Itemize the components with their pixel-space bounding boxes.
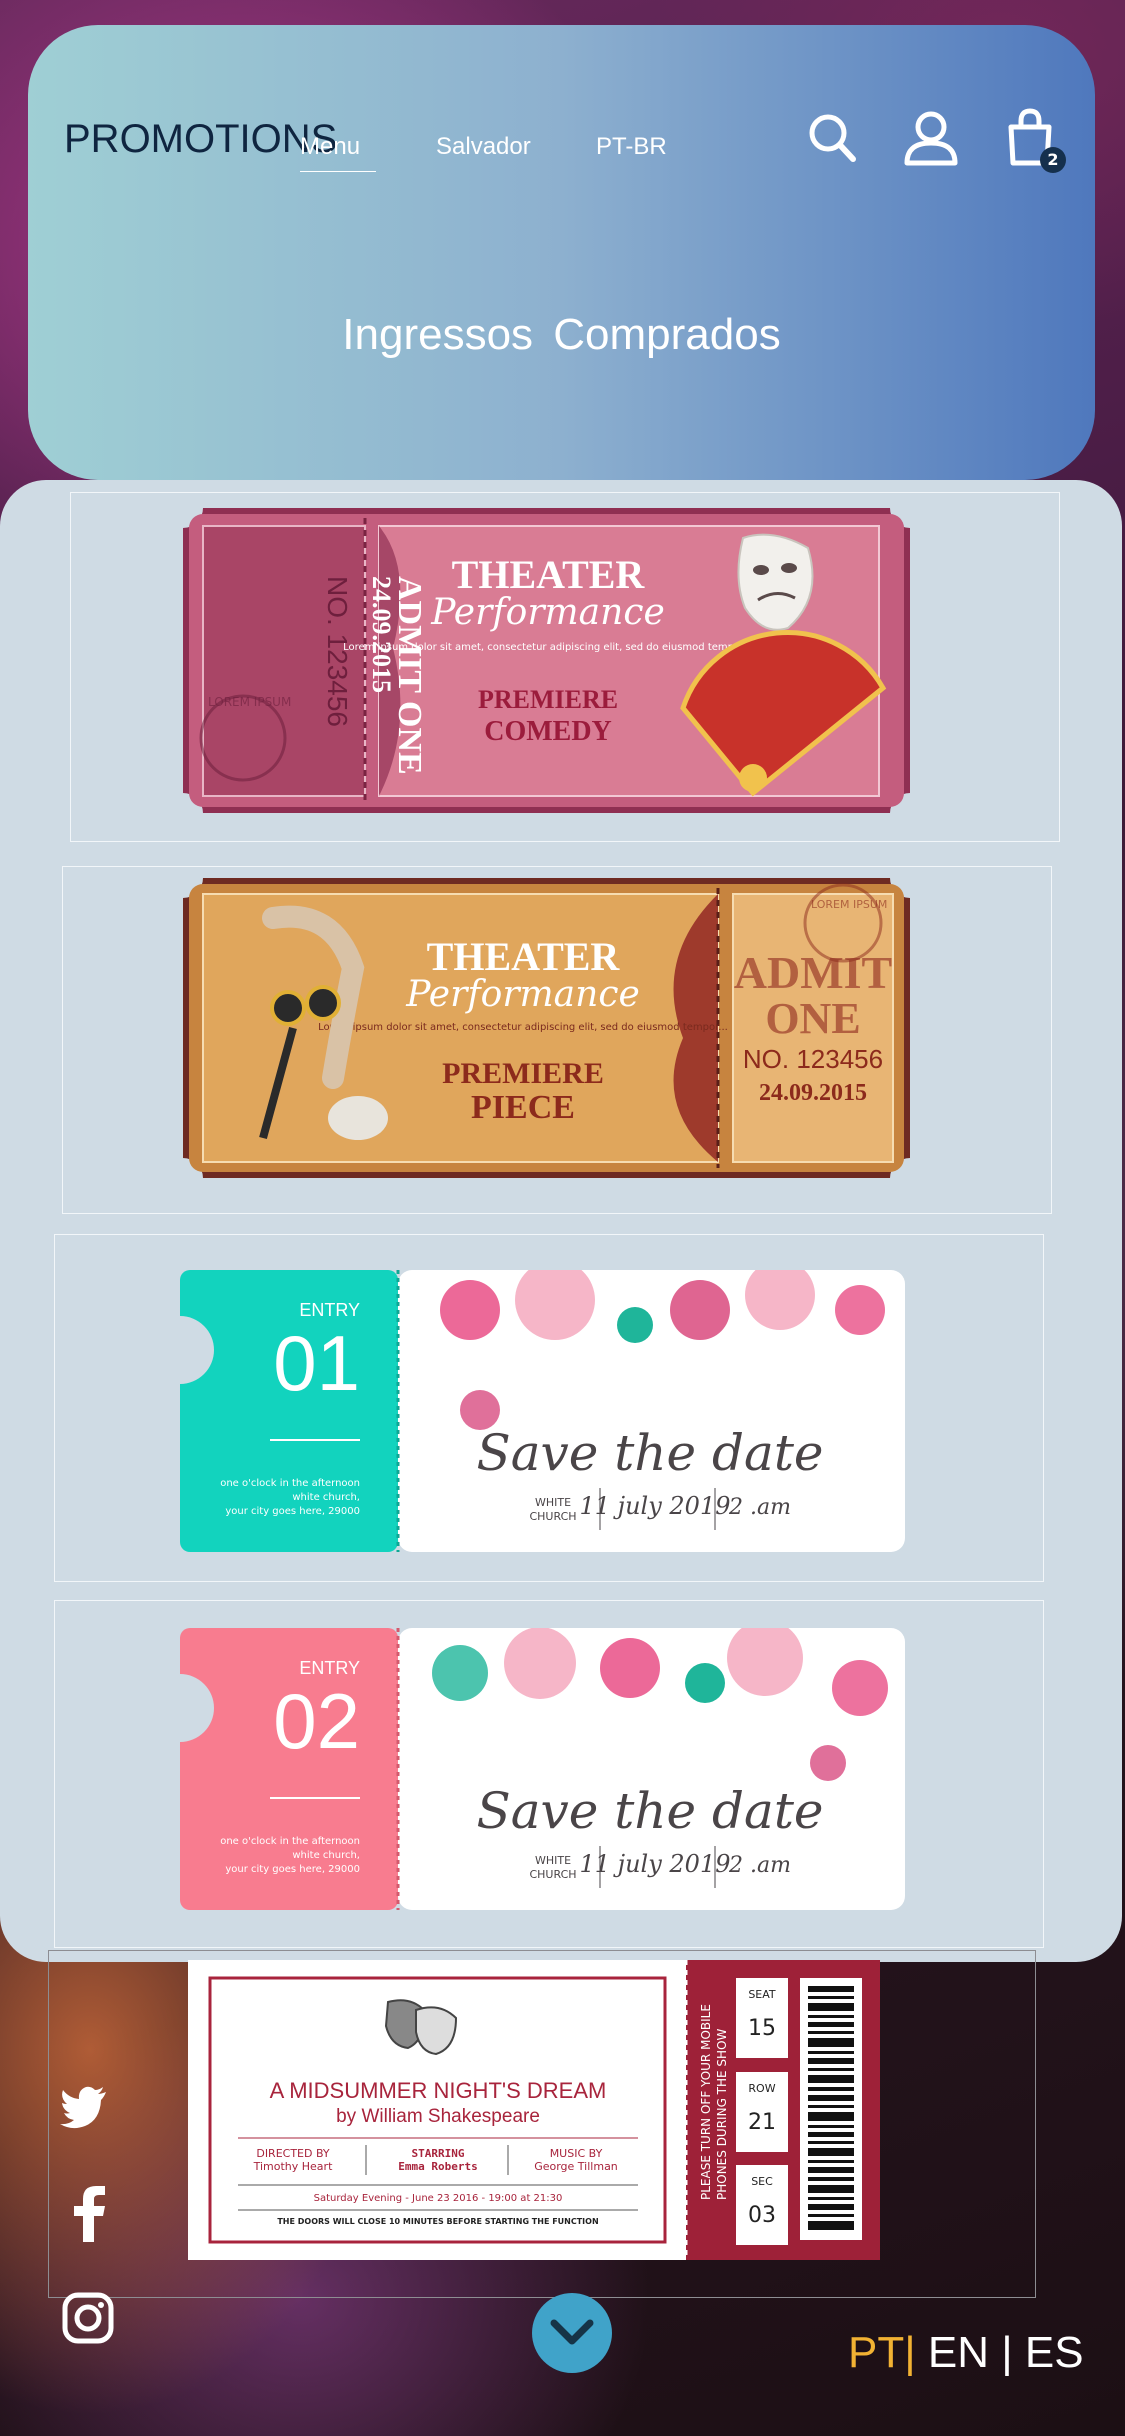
event-time: 2 .am <box>728 1495 791 1520</box>
ticket-premiere-label: PREMIERE <box>442 1057 604 1090</box>
ticket-premiere-label: PREMIERE <box>478 685 618 714</box>
lang-en[interactable]: EN <box>928 2328 989 2377</box>
entry-label: ENTRY <box>299 1300 360 1320</box>
phones-notice-line1: PLEASE TURN OFF YOUR MOBILE <box>699 2004 713 2200</box>
language-switcher: PT| EN | ES <box>848 2328 1084 2377</box>
ticket-stub-date: 24.09.2015 <box>759 1080 867 1106</box>
event-date: 11 july 2019 <box>579 1850 730 1878</box>
scroll-down-button[interactable] <box>532 2293 612 2373</box>
ticket-stub-admit: ADMIT <box>734 947 892 998</box>
ticket-body-text: Lorem ipsum dolor sit amet, consectetur … <box>343 642 753 653</box>
ticket-save-the-date-01[interactable]: ENTRY 01 one o'clock in the afternoon wh… <box>180 1270 905 1552</box>
chevron-down-icon <box>550 2319 594 2345</box>
ticket-stub-date: 24.09.2015 <box>367 576 396 693</box>
instagram-icon[interactable] <box>62 2292 114 2348</box>
ticket-subtitle: Performance <box>430 592 665 633</box>
entry-place: white church, <box>292 1850 360 1861</box>
entry-address: your city goes here, 29000 <box>225 1506 360 1517</box>
ticket-title: THEATER <box>427 934 621 979</box>
ticket-body-text: Lorem ipsum dolor sit amet, consectetur … <box>318 1022 728 1033</box>
show-title: A MIDSUMMER NIGHT'S DREAM <box>270 2078 607 2103</box>
section-label: SEC <box>751 2175 773 2188</box>
ticket-title: THEATER <box>452 552 646 597</box>
entry-time: one o'clock in the afternoon <box>220 1478 360 1489</box>
entry-time: one o'clock in the afternoon <box>220 1836 360 1847</box>
nav-menu[interactable]: Menu <box>300 133 376 172</box>
save-the-date-headline: Save the date <box>476 1782 823 1840</box>
doors-notice: THE DOORS WILL CLOSE 10 MINUTES BEFORE S… <box>277 2217 598 2226</box>
starring-label: STARRING <box>412 2147 465 2160</box>
director-label: DIRECTED BY <box>256 2147 330 2160</box>
entry-number: 01 <box>273 1319 360 1407</box>
nav-city-selector[interactable]: Salvador <box>436 133 531 161</box>
row-value: 21 <box>748 2110 776 2135</box>
save-the-date-headline: Save the date <box>476 1424 823 1482</box>
entry-place: white church, <box>292 1492 360 1503</box>
ticket-theater-comedy[interactable]: ADMIT ONE 24.09.2015 NO. 123456 LOREM IP… <box>183 508 910 813</box>
section-value: 03 <box>748 2203 776 2228</box>
director-name: Timothy Heart <box>253 2160 333 2173</box>
search-icon[interactable] <box>803 105 863 175</box>
venue-line1: WHITE <box>535 1496 571 1509</box>
cart-count-badge: 2 <box>1040 147 1066 173</box>
event-time: 2 .am <box>728 1853 791 1878</box>
ticket-stub-number: NO. 123456 <box>743 1044 883 1074</box>
ticket-save-the-date-02[interactable]: ENTRY 02 one o'clock in the afternoon wh… <box>180 1628 905 1910</box>
entry-number: 02 <box>273 1677 360 1765</box>
starring-name: Emma Roberts <box>398 2160 477 2173</box>
venue-line2: CHURCH <box>529 1868 576 1881</box>
twitter-icon[interactable] <box>60 2086 108 2134</box>
ticket-stub-one: ONE <box>765 994 860 1043</box>
brand-logo[interactable]: PROMOTIONS <box>64 117 337 162</box>
ticket-genre-label: COMEDY <box>484 716 612 747</box>
music-label: MUSIC BY <box>550 2147 603 2160</box>
show-schedule: Saturday Evening - June 23 2016 - 19:00 … <box>314 2193 563 2204</box>
venue-line2: CHURCH <box>529 1510 576 1523</box>
row-label: ROW <box>748 2082 775 2095</box>
ticket-stamp: LOREM IPSUM <box>811 898 887 911</box>
entry-label: ENTRY <box>299 1658 360 1678</box>
lang-es[interactable]: ES <box>1025 2328 1084 2377</box>
show-author: by William Shakespeare <box>336 2106 540 2127</box>
ticket-stamp: LOREM IPSUM <box>208 695 291 709</box>
event-date: 11 july 2019 <box>579 1492 730 1520</box>
ticket-midsummer-nights-dream[interactable]: A MIDSUMMER NIGHT'S DREAM by William Sha… <box>188 1960 880 2260</box>
ticket-genre-label: PIECE <box>471 1089 575 1126</box>
facebook-icon[interactable] <box>72 2186 106 2246</box>
user-icon[interactable] <box>901 105 961 175</box>
barcode-icon <box>800 1978 862 2240</box>
header: PROMOTIONS Menu Salvador PT-BR 2 Ingress… <box>28 25 1095 480</box>
nav-language-selector[interactable]: PT-BR <box>596 133 667 161</box>
seat-value: 15 <box>748 2016 776 2041</box>
shopping-bag-button[interactable]: 2 <box>1003 105 1066 175</box>
ticket-theater-piece[interactable]: THEATER Performance Lorem ipsum dolor si… <box>183 878 910 1178</box>
page-title: Ingressos Comprados <box>342 310 781 359</box>
seat-label: SEAT <box>748 1988 776 2001</box>
phones-notice-line2: PHONES DURING THE SHOW <box>715 2028 729 2200</box>
venue-line1: WHITE <box>535 1854 571 1867</box>
ticket-subtitle: Performance <box>405 974 640 1015</box>
lang-pt[interactable]: PT <box>848 2328 904 2377</box>
entry-address: your city goes here, 29000 <box>225 1864 360 1875</box>
music-name: George Tillman <box>534 2160 618 2173</box>
